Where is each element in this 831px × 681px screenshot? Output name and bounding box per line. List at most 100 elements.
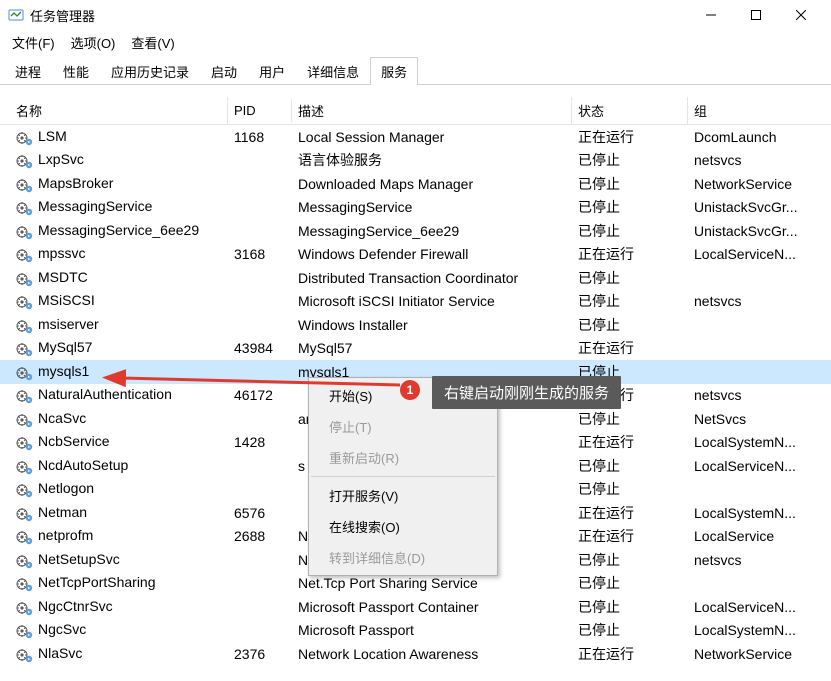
cell-name: NaturalAuthentication [10, 386, 228, 404]
table-row[interactable]: MapsBrokerDownloaded Maps Manager已停止Netw… [0, 172, 831, 196]
service-name-text: NgcCtnrSvc [38, 598, 113, 614]
table-row[interactable]: NgcCtnrSvcMicrosoft Passport Container已停… [0, 595, 831, 619]
service-name-text: NetSetupSvc [38, 551, 120, 567]
tab-2[interactable]: 应用历史记录 [100, 57, 200, 85]
cell-status: 已停止 [572, 550, 688, 570]
annotation-callout: 右键启动刚刚生成的服务 [432, 376, 621, 409]
cell-name: NcdAutoSetup [10, 457, 228, 475]
table-row[interactable]: NgcSvcMicrosoft Passport已停止LocalSystemN.… [0, 619, 831, 643]
cell-desc: Network Location Awareness [292, 646, 572, 662]
service-name-text: mysqls1 [38, 363, 89, 379]
service-name-text: Netlogon [38, 480, 94, 496]
gear-icon [16, 622, 34, 639]
table-row[interactable]: MessagingServiceMessagingService已停止Unist… [0, 196, 831, 220]
gear-icon [16, 504, 34, 521]
gear-icon [16, 316, 34, 333]
cell-name: MapsBroker [10, 175, 228, 193]
cell-name: MessagingService_6ee29 [10, 222, 228, 240]
service-name-text: NaturalAuthentication [38, 386, 172, 402]
maximize-button[interactable] [733, 0, 778, 30]
ctx-separator [311, 476, 495, 477]
menu-file[interactable]: 文件(F) [4, 31, 63, 54]
table-row[interactable]: MessagingService_6ee29MessagingService_6… [0, 219, 831, 243]
col-header-status[interactable]: 状态 [572, 97, 688, 124]
ctx-search-online[interactable]: 在线搜索(O) [309, 511, 497, 542]
cell-desc: Distributed Transaction Coordinator [292, 270, 572, 286]
cell-name: MSiSCSI [10, 292, 228, 310]
gear-icon [16, 269, 34, 286]
cell-desc: Microsoft iSCSI Initiator Service [292, 293, 572, 309]
service-name-text: NcdAutoSetup [38, 457, 128, 473]
service-name-text: MySql57 [38, 339, 92, 355]
cell-name: MessagingService [10, 198, 228, 216]
table-row[interactable]: MySql5743984MySql57正在运行 [0, 337, 831, 361]
cell-desc: 语言体验服务 [292, 150, 572, 170]
col-header-desc[interactable]: 描述 [292, 97, 572, 124]
tab-3[interactable]: 启动 [200, 57, 248, 85]
cell-group: UnistackSvcGr... [688, 199, 831, 215]
table-row[interactable]: LxpSvc语言体验服务已停止netsvcs [0, 149, 831, 173]
service-name-text: MSiSCSI [38, 292, 95, 308]
cell-name: LSM [10, 128, 228, 146]
col-header-name[interactable]: 名称 [10, 97, 228, 124]
table-row[interactable]: msiserverWindows Installer已停止 [0, 313, 831, 337]
cell-desc: Local Session Manager [292, 129, 572, 145]
cell-pid: 6576 [228, 505, 292, 521]
cell-status: 已停止 [572, 479, 688, 499]
menu-view[interactable]: 查看(V) [123, 31, 182, 54]
table-row[interactable]: LSM1168Local Session Manager正在运行DcomLaun… [0, 125, 831, 149]
cell-desc: Microsoft Passport [292, 622, 572, 638]
cell-group: NetSvcs [688, 411, 831, 427]
tab-4[interactable]: 用户 [248, 57, 296, 85]
table-row[interactable]: NlaSvc2376Network Location Awareness正在运行… [0, 642, 831, 666]
cell-status: 正在运行 [572, 526, 688, 546]
gear-icon [16, 457, 34, 474]
col-header-pid[interactable]: PID [228, 99, 292, 122]
tab-1[interactable]: 性能 [52, 57, 100, 85]
cell-group: netsvcs [688, 387, 831, 403]
table-row[interactable]: mpssvc3168Windows Defender Firewall正在运行L… [0, 243, 831, 267]
service-name-text: MapsBroker [38, 175, 113, 191]
cell-status: 已停止 [572, 620, 688, 640]
cell-name: NetSetupSvc [10, 551, 228, 569]
cell-name: NcaSvc [10, 410, 228, 428]
menu-options[interactable]: 选项(O) [63, 31, 124, 54]
tab-0[interactable]: 进程 [4, 57, 52, 85]
cell-group: netsvcs [688, 152, 831, 168]
minimize-button[interactable] [688, 0, 733, 30]
cell-group: LocalServiceN... [688, 599, 831, 615]
cell-name: NcbService [10, 433, 228, 451]
cell-desc: Microsoft Passport Container [292, 599, 572, 615]
table-row[interactable]: MSDTC Distributed Transaction Coordinator… [0, 266, 831, 290]
cell-group: netsvcs [688, 552, 831, 568]
cell-name: mysqls1 [10, 363, 228, 381]
gear-icon [16, 128, 34, 145]
cell-group: NetworkService [688, 646, 831, 662]
service-name-text: netprofm [38, 527, 93, 543]
service-name-text: NcaSvc [38, 410, 86, 426]
cell-status: 已停止 [572, 409, 688, 429]
service-name-text: LSM [38, 128, 67, 144]
col-header-group[interactable]: 组 [688, 97, 831, 124]
table-row[interactable]: MSiSCSI Microsoft iSCSI Initiator Service… [0, 290, 831, 314]
tab-6[interactable]: 服务 [370, 57, 418, 85]
gear-icon [16, 246, 34, 263]
tab-5[interactable]: 详细信息 [296, 57, 370, 85]
cell-group: netsvcs [688, 293, 831, 309]
cell-name: Netman [10, 504, 228, 522]
close-button[interactable] [778, 0, 823, 30]
service-name-text: MSDTC [38, 269, 88, 285]
cell-desc: MySql57 [292, 340, 572, 356]
gear-icon [16, 387, 34, 404]
cell-name: NgcCtnrSvc [10, 598, 228, 616]
cell-pid: 43984 [228, 340, 292, 356]
gear-icon [16, 363, 34, 380]
ctx-open-services[interactable]: 打开服务(V) [309, 480, 497, 511]
gear-icon [16, 199, 34, 216]
cell-status: 已停止 [572, 150, 688, 170]
gear-icon [16, 481, 34, 498]
tab-bar: 进程性能应用历史记录启动用户详细信息服务 [0, 56, 831, 85]
cell-pid: 1428 [228, 434, 292, 450]
cell-desc: Windows Installer [292, 317, 572, 333]
cell-status: 正在运行 [572, 644, 688, 664]
